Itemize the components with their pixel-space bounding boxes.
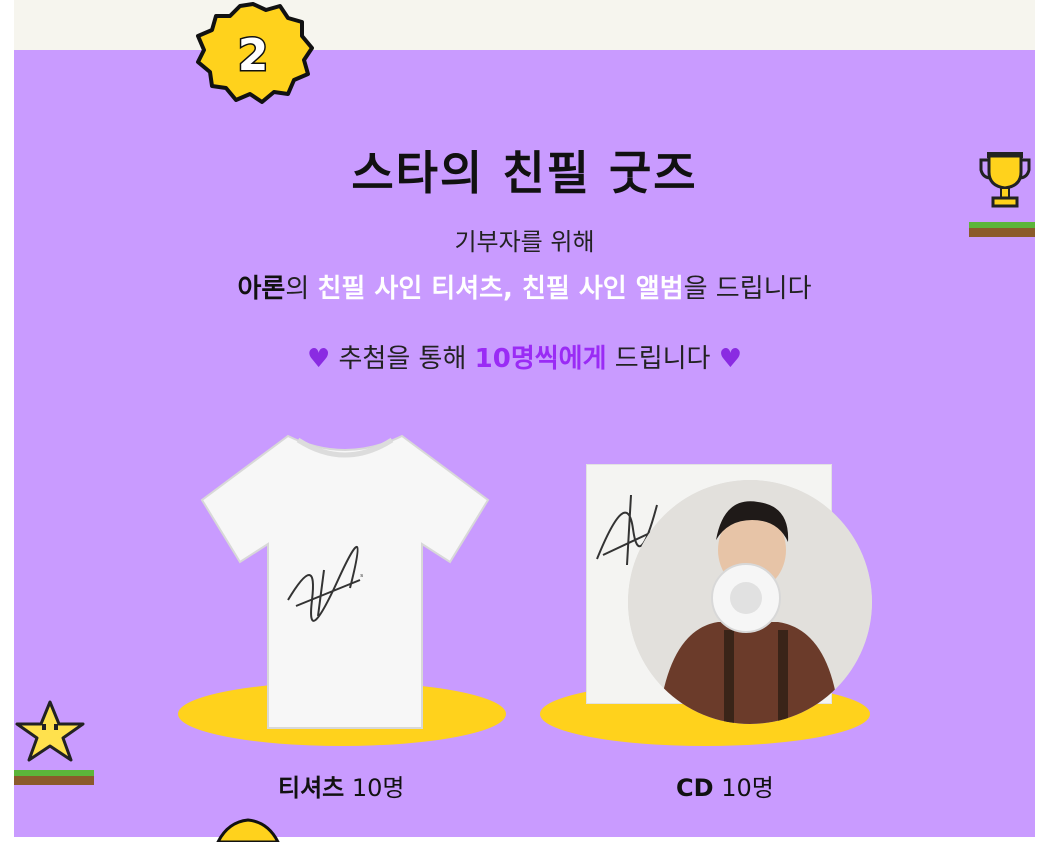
star-platform xyxy=(14,770,94,785)
heart-icon: ♥ xyxy=(306,344,331,374)
svg-text:ˢ: ˢ xyxy=(360,573,363,583)
cd-name: CD xyxy=(676,774,714,802)
next-badge-top xyxy=(216,818,280,842)
right-edge xyxy=(1035,0,1049,837)
lottery-notice: ♥ 추첨을 통해 10명씩에게 드립니다 ♥ xyxy=(0,338,1049,375)
lottery-suffix: 드립니다 xyxy=(606,344,711,374)
items-highlight: 친필 사인 티셔츠, 친필 사인 앨범 xyxy=(317,274,684,304)
step-badge: 2 xyxy=(196,2,314,104)
cd-count: 10명 xyxy=(721,774,774,802)
top-strip xyxy=(14,0,1035,50)
signed-tshirt-image: ˢ xyxy=(200,434,490,729)
section-description: 아론의 친필 사인 티셔츠, 친필 사인 앨범을 드립니다 xyxy=(0,268,1049,305)
tshirt-count: 10명 xyxy=(351,774,405,802)
star-icon xyxy=(15,700,85,762)
cd-disc xyxy=(628,480,872,724)
step-number: 2 xyxy=(238,30,269,81)
desc-suffix: 을 드립니다 xyxy=(683,274,812,304)
particle: 의 xyxy=(285,274,318,304)
lottery-prefix: 추첨을 통해 xyxy=(338,344,475,374)
heart-icon: ♥ xyxy=(718,344,743,374)
star-name: 아론 xyxy=(237,274,286,304)
cd-caption: CD 10명 xyxy=(676,768,774,803)
lottery-highlight: 10명씩에게 xyxy=(474,344,607,374)
tshirt-name: 티셔츠 xyxy=(278,774,345,802)
section-title: 스타의 친필 굿즈 xyxy=(351,146,698,200)
tshirt-caption: 티셔츠 10명 xyxy=(278,768,405,803)
section-subtitle: 기부자를 위해 xyxy=(454,228,595,256)
